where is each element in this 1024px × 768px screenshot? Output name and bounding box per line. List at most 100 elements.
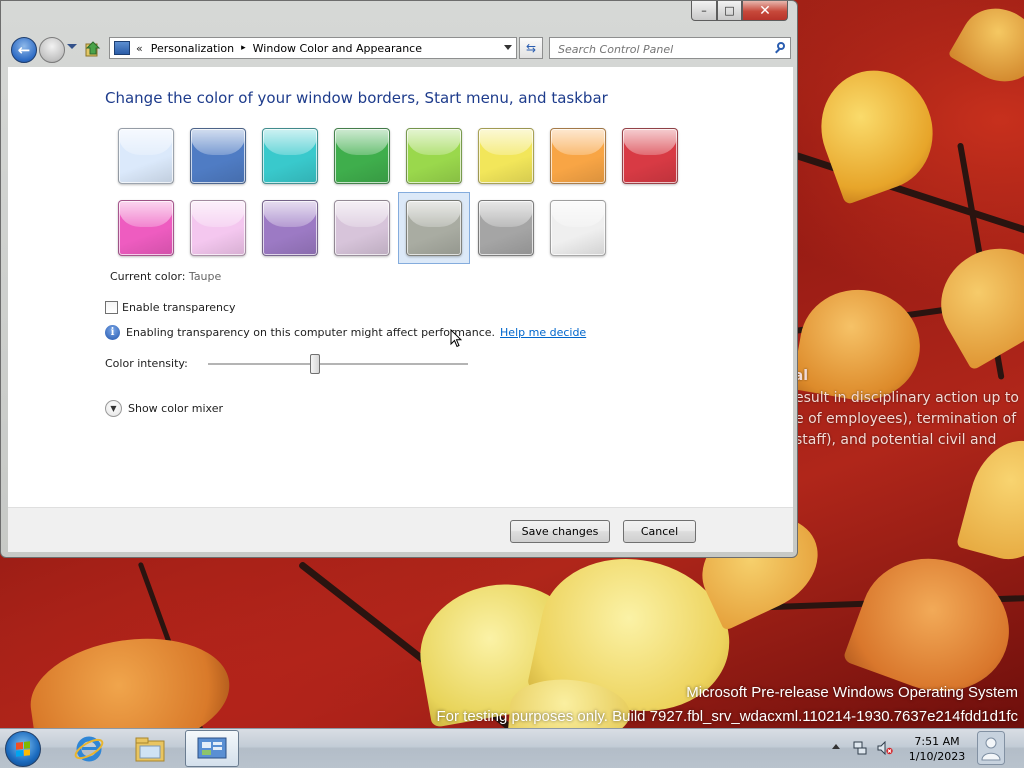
start-button[interactable] — [5, 731, 41, 767]
breadcrumb-personalization[interactable]: Personalization — [151, 42, 234, 55]
back-arrow-icon: ← — [17, 41, 31, 59]
control-panel-icon — [114, 41, 130, 55]
leaf — [956, 430, 1024, 570]
maximize-icon: □ — [724, 4, 735, 17]
cancel-button[interactable]: Cancel — [623, 520, 696, 543]
color-swatch-tile[interactable] — [262, 200, 318, 256]
search-box[interactable] — [549, 37, 791, 59]
navigation-bar: ← « Personalization ▸ Window Color and A… — [1, 31, 797, 67]
color-swatch-tile[interactable] — [550, 200, 606, 256]
color-swatch-violet[interactable] — [254, 192, 326, 264]
desktop-notice-line: e of employees), termination of — [795, 411, 1017, 427]
address-dropdown-icon[interactable] — [504, 45, 512, 50]
show-hidden-icons-button[interactable] — [832, 744, 840, 749]
transparency-info: i Enabling transparency on this computer… — [105, 325, 586, 340]
taskbar-windows-explorer[interactable] — [123, 730, 177, 767]
color-swatch-fuchsia[interactable] — [110, 192, 182, 264]
color-intensity-slider[interactable] — [208, 354, 468, 374]
dialog-footer: Save changes Cancel — [8, 507, 793, 552]
color-swatch-leaf[interactable] — [326, 120, 398, 192]
taskbar-internet-explorer[interactable] — [62, 730, 116, 767]
address-bar[interactable]: « Personalization ▸ Window Color and App… — [109, 37, 517, 59]
color-swatch-tile[interactable] — [550, 128, 606, 184]
mouse-cursor-icon — [450, 329, 462, 348]
color-swatch-tile[interactable] — [190, 128, 246, 184]
current-color: Current color: Taupe — [110, 270, 221, 283]
clock-time: 7:51 AM — [914, 735, 960, 748]
refresh-button[interactable]: ⇆ — [519, 37, 543, 59]
leaf — [23, 626, 237, 728]
control-panel-window: – □ ✕ ← « Personalization ▸ Window Color… — [0, 0, 798, 558]
color-swatch-tile[interactable] — [334, 128, 390, 184]
color-swatch-tile[interactable] — [622, 128, 678, 184]
up-level-icon[interactable] — [85, 40, 101, 58]
volume-muted-icon[interactable] — [877, 741, 893, 755]
caption-buttons: – □ ✕ — [691, 1, 788, 21]
forward-button[interactable] — [39, 37, 65, 63]
slider-thumb[interactable] — [309, 354, 320, 374]
save-changes-button[interactable]: Save changes — [510, 520, 610, 543]
color-swatch-tile[interactable] — [262, 128, 318, 184]
color-swatch-ruby[interactable] — [614, 120, 686, 192]
taskbar: 7:51 AM 1/10/2023 — [0, 728, 1024, 768]
color-swatch-tile[interactable] — [118, 128, 174, 184]
color-swatch-lime[interactable] — [398, 120, 470, 192]
color-swatch-lavender[interactable] — [326, 192, 398, 264]
color-swatch-tile[interactable] — [190, 200, 246, 256]
taskbar-control-panel[interactable] — [185, 730, 239, 767]
color-swatch-tile[interactable] — [118, 200, 174, 256]
user-avatar-icon[interactable] — [977, 731, 1005, 765]
content-pane: Change the color of your window borders,… — [8, 67, 793, 507]
color-swatch-taupe[interactable] — [398, 192, 470, 264]
network-icon[interactable] — [853, 741, 867, 755]
refresh-icon: ⇆ — [525, 41, 537, 55]
leaf — [804, 54, 950, 206]
folder-icon — [135, 737, 165, 761]
color-swatch-sky[interactable] — [110, 120, 182, 192]
leaf — [922, 229, 1024, 371]
help-me-decide-link[interactable]: Help me decide — [500, 326, 586, 339]
info-text: Enabling transparency on this computer m… — [126, 326, 496, 339]
info-icon: i — [105, 325, 120, 340]
search-input[interactable] — [556, 39, 770, 59]
color-swatch-lemon[interactable] — [470, 120, 542, 192]
show-color-mixer[interactable]: ▼ Show color mixer — [105, 400, 223, 417]
clock[interactable]: 7:51 AM 1/10/2023 — [902, 734, 972, 764]
show-color-mixer-label[interactable]: Show color mixer — [128, 402, 223, 415]
enable-transparency-checkbox[interactable] — [105, 301, 118, 314]
internet-explorer-icon — [74, 736, 104, 761]
breadcrumb-window-color[interactable]: Window Color and Appearance — [253, 42, 422, 55]
color-swatch-tile[interactable] — [406, 128, 462, 184]
clock-date: 1/10/2023 — [908, 750, 966, 763]
maximize-button[interactable]: □ — [717, 1, 742, 21]
color-swatch-sea[interactable] — [254, 120, 326, 192]
breadcrumb-overflow[interactable]: « — [136, 42, 143, 55]
enable-transparency-label[interactable]: Enable transparency — [122, 301, 236, 314]
recent-pages-dropdown[interactable] — [67, 44, 77, 49]
desktop-notice-line: staff), and potential civil and — [795, 432, 997, 448]
desktop-notice-line: esult in disciplinary action up to — [795, 390, 1019, 406]
minimize-button[interactable]: – — [691, 1, 717, 21]
breadcrumb-arrow-icon[interactable]: ▸ — [241, 43, 246, 53]
leaf — [947, 0, 1024, 96]
color-swatch-chocolate[interactable] — [470, 192, 542, 264]
transparency-option[interactable]: Enable transparency — [105, 301, 236, 314]
slider-track[interactable] — [208, 363, 468, 366]
current-color-value: Taupe — [188, 270, 222, 283]
minimize-icon: – — [701, 4, 707, 17]
color-swatch-pumpkin[interactable] — [542, 120, 614, 192]
search-icon[interactable] — [777, 42, 785, 50]
close-button[interactable]: ✕ — [742, 1, 788, 21]
page-title: Change the color of your window borders,… — [105, 89, 608, 107]
color-swatch-tile[interactable] — [334, 200, 390, 256]
back-button[interactable]: ← — [11, 37, 37, 63]
color-swatch-twilight[interactable] — [182, 120, 254, 192]
chevron-down-icon[interactable]: ▼ — [105, 400, 122, 417]
build-watermark-line1: Microsoft Pre-release Windows Operating … — [686, 684, 1018, 701]
color-swatch-blush[interactable] — [182, 192, 254, 264]
color-swatch-tile[interactable] — [478, 128, 534, 184]
color-swatch-tile[interactable] — [406, 200, 462, 256]
control-panel-icon — [197, 737, 227, 758]
color-swatch-frost[interactable] — [542, 192, 614, 264]
color-swatch-tile[interactable] — [478, 200, 534, 256]
